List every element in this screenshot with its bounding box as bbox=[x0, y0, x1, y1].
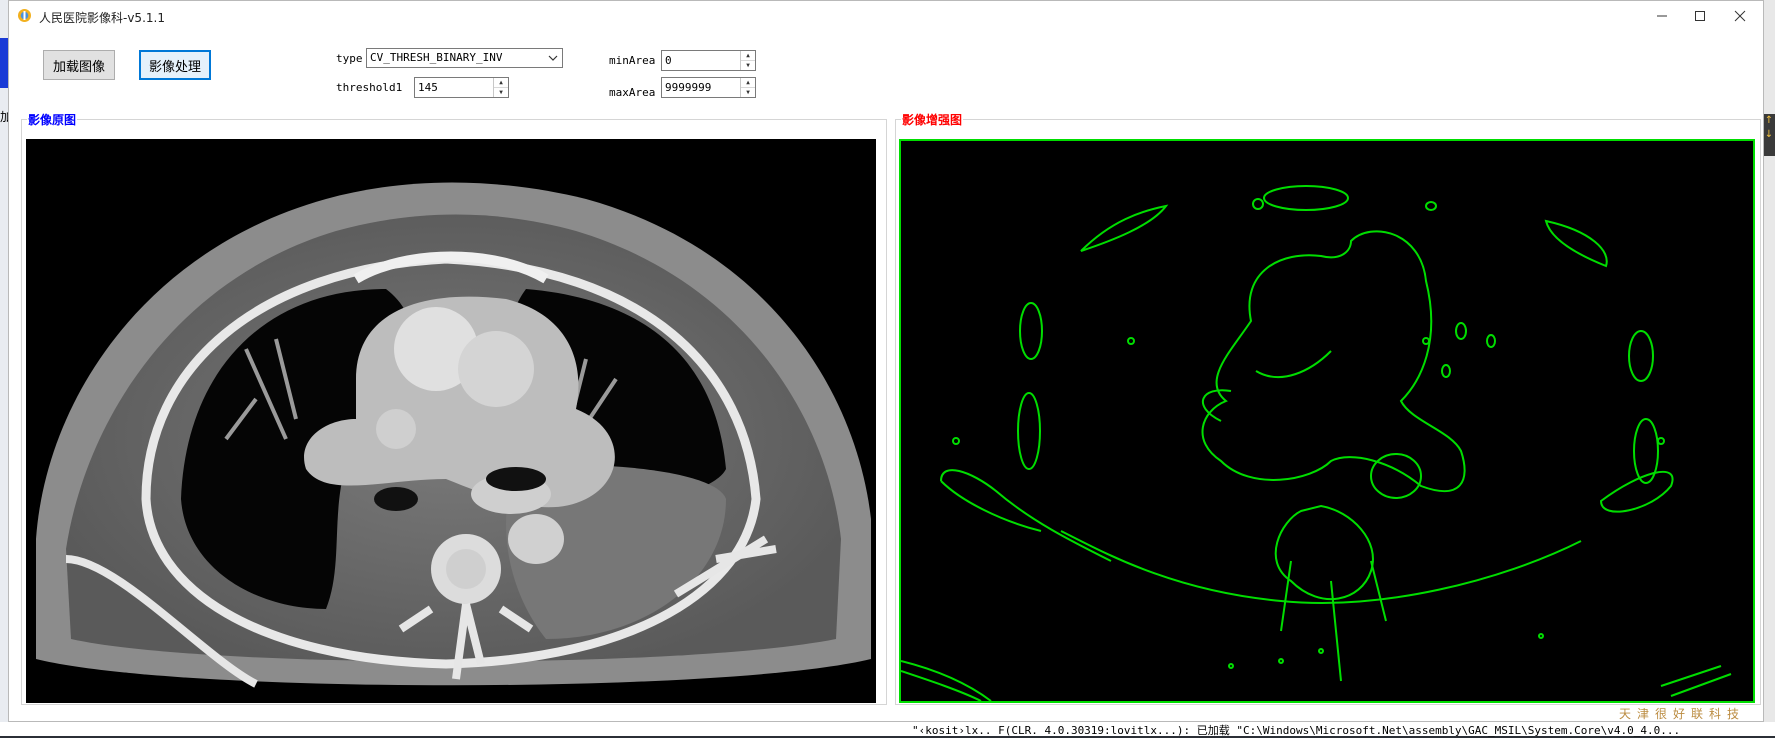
threshold-stepper-buttons[interactable]: ▲ ▼ bbox=[493, 78, 508, 97]
arrow-down-icon[interactable]: ▼ bbox=[741, 61, 755, 70]
enhanced-contour-image bbox=[899, 139, 1755, 703]
type-select[interactable]: CV_THRESH_BINARY_INV bbox=[366, 48, 563, 68]
original-image-title: 影像原图 bbox=[27, 111, 78, 128]
close-button[interactable] bbox=[1717, 1, 1763, 31]
original-ct-image bbox=[26, 139, 876, 703]
arrow-up-icon[interactable]: ▲ bbox=[741, 78, 755, 88]
arrow-down-icon[interactable]: ▼ bbox=[494, 88, 508, 97]
title-bar[interactable]: 人民医院影像科-v5.1.1 bbox=[9, 1, 1763, 31]
threshold-label: threshold1 bbox=[336, 81, 403, 94]
window-title: 人民医院影像科-v5.1.1 bbox=[39, 11, 165, 25]
background-output-log: "‹kosit›lx.. F(CLR. 4.0.30319:lovitlx...… bbox=[0, 722, 1775, 737]
minarea-stepper[interactable]: 0 ▲ ▼ bbox=[661, 50, 756, 71]
type-label: type bbox=[336, 52, 363, 65]
app-icon bbox=[18, 9, 31, 22]
maxarea-value: 9999999 bbox=[665, 81, 712, 94]
arrow-down-icon[interactable]: ▼ bbox=[741, 88, 755, 97]
minarea-stepper-buttons[interactable]: ▲ ▼ bbox=[740, 51, 755, 70]
threshold-value: 145 bbox=[418, 81, 438, 94]
maximize-icon bbox=[1695, 11, 1705, 21]
arrow-up-icon[interactable]: ▲ bbox=[494, 78, 508, 88]
threshold-stepper[interactable]: 145 ▲ ▼ bbox=[414, 77, 509, 98]
enhanced-image-title: 影像增强图 bbox=[901, 111, 964, 128]
minarea-value: 0 bbox=[665, 54, 672, 67]
chevron-down-icon bbox=[548, 55, 558, 61]
load-image-button[interactable]: 加载图像 bbox=[43, 50, 115, 80]
type-select-value: CV_THRESH_BINARY_INV bbox=[370, 51, 503, 64]
maxarea-stepper-buttons[interactable]: ▲ ▼ bbox=[740, 78, 755, 97]
watermark: 天津很好联科技 bbox=[1619, 707, 1746, 721]
close-icon bbox=[1734, 10, 1746, 22]
maxarea-stepper[interactable]: 9999999 ▲ ▼ bbox=[661, 77, 756, 98]
maxarea-label: maxArea bbox=[609, 86, 656, 99]
minimize-icon bbox=[1657, 15, 1667, 17]
arrow-up-icon[interactable]: ▲ bbox=[741, 51, 755, 61]
main-window: 人民医院影像科-v5.1.1 加载图像 影像处理 type CV_THRESH_… bbox=[8, 0, 1764, 722]
minarea-label: minArea bbox=[609, 54, 656, 67]
process-image-button[interactable]: 影像处理 bbox=[139, 50, 211, 80]
